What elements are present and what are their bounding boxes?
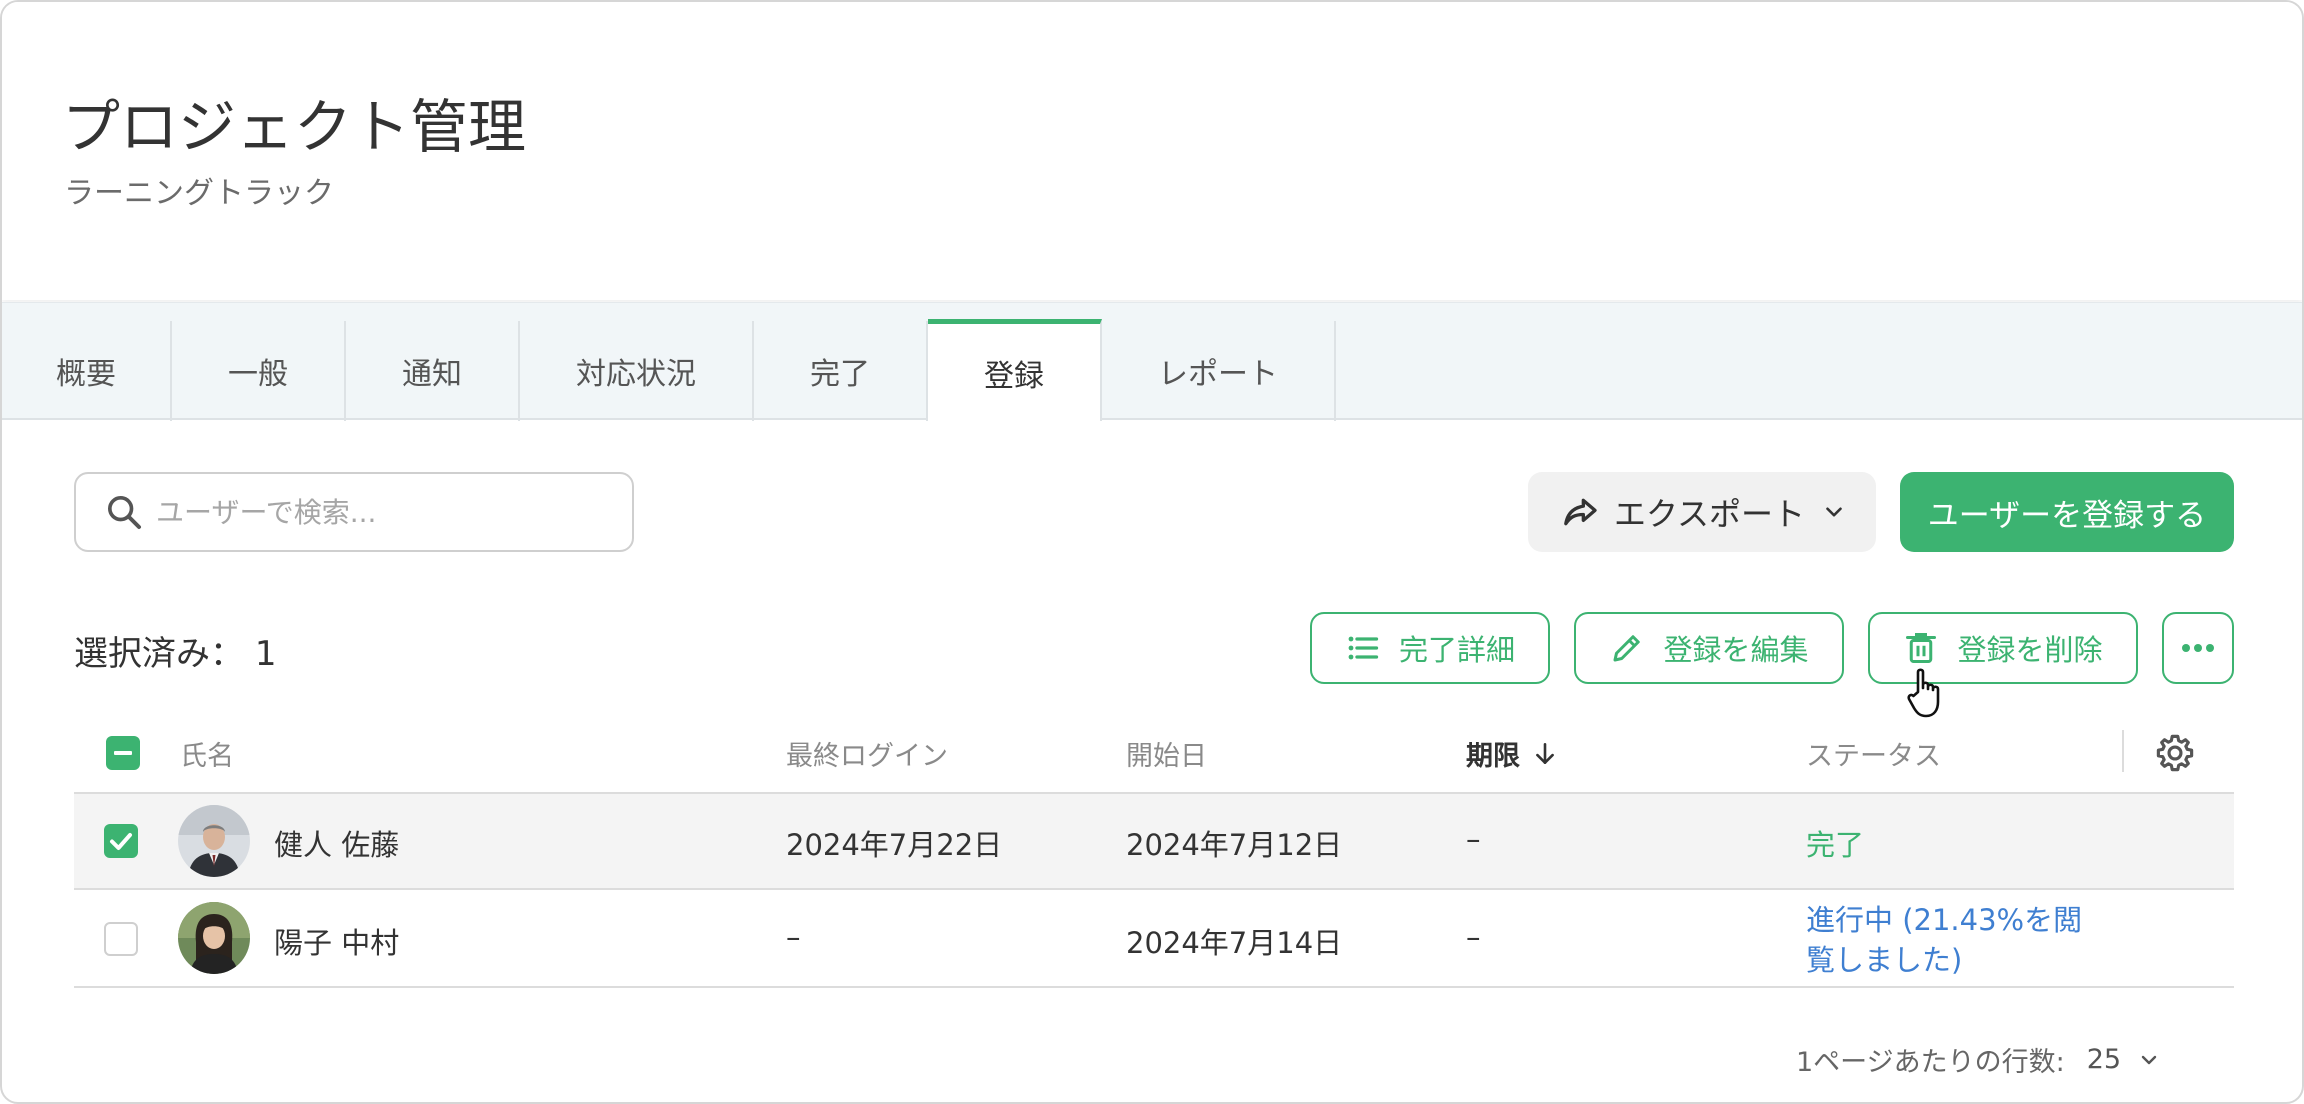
tab-completion[interactable]: 完了 — [754, 321, 928, 421]
table-row[interactable]: 陽子 中村 – 2024年7月14日 – 進行中 (21.43%を閲 覧しました… — [74, 890, 2234, 988]
start-date: 2024年7月12日 — [1126, 828, 1343, 862]
register-user-button[interactable]: ユーザーを登録する — [1900, 472, 2234, 552]
hand-pointer-cursor-icon — [1907, 668, 1940, 718]
search-input[interactable] — [156, 495, 596, 529]
selected-label: 選択済み： — [74, 634, 244, 674]
last-login: – — [786, 920, 801, 954]
export-label: エクスポート — [1614, 495, 1806, 533]
pencil-icon — [1613, 635, 1641, 662]
deadline: – — [1466, 920, 1481, 954]
edit-enrollment-label: 登録を編集 — [1663, 633, 1809, 667]
status-line-2: 覧しました) — [1806, 943, 1963, 977]
avatar-man-image — [178, 805, 250, 877]
export-button[interactable]: エクスポート — [1528, 472, 1876, 552]
status-progress-link[interactable]: 進行中 (21.43%を閲 覧しました) — [1806, 900, 2082, 980]
table-row[interactable]: 健人 佐藤 2024年7月22日 2024年7月12日 – 完了 — [74, 792, 2234, 890]
user-name[interactable]: 陽子 中村 — [274, 920, 399, 962]
column-header-deadline[interactable]: 期限 — [1466, 734, 1558, 773]
tab-enrollment[interactable]: 登録 — [928, 319, 1102, 421]
chevron-down-icon — [1826, 507, 1842, 517]
column-header-last-login[interactable]: 最終ログイン — [786, 734, 948, 773]
start-date: 2024年7月14日 — [1126, 926, 1343, 960]
page-title: プロジェクト管理 — [62, 93, 527, 161]
app-window: プロジェクト管理 ラーニングトラック 概要 一般 通知 対応状況 完了 登録 レ… — [0, 0, 2304, 1104]
avatar-woman-image — [178, 902, 250, 974]
select-all-checkbox[interactable] — [106, 736, 140, 770]
tab-reports[interactable]: レポート — [1102, 321, 1336, 421]
more-actions-button[interactable] — [2162, 612, 2234, 684]
avatar — [178, 805, 250, 877]
completion-details-label: 完了詳細 — [1398, 633, 1515, 667]
more-horizontal-icon — [2182, 644, 2214, 652]
page-header: プロジェクト管理 ラーニングトラック — [2, 2, 2302, 300]
tab-general[interactable]: 一般 — [172, 321, 346, 421]
selected-count: 選択済み： 1 — [74, 626, 276, 675]
rows-per-page[interactable]: 1ページあたりの行数: 25 — [1796, 1040, 2161, 1079]
tab-status[interactable]: 対応状況 — [520, 321, 754, 421]
rows-per-page-label: 1ページあたりの行数: — [1796, 1047, 2065, 1078]
checkmark-icon — [110, 833, 132, 850]
selected-number: 1 — [254, 634, 277, 674]
row-checkbox[interactable] — [104, 824, 138, 858]
avatar — [178, 902, 250, 974]
tab-bar: 概要 一般 通知 対応状況 完了 登録 レポート — [2, 302, 2302, 421]
page-subtitle: ラーニングトラック — [64, 176, 334, 211]
tab-notifications[interactable]: 通知 — [346, 321, 520, 421]
share-icon — [1564, 498, 1597, 526]
rows-per-page-value[interactable]: 25 — [2087, 1044, 2121, 1075]
column-header-name[interactable]: 氏名 — [180, 734, 234, 773]
trash-icon — [1906, 633, 1937, 663]
user-name[interactable]: 健人 佐藤 — [274, 822, 399, 864]
column-divider — [2122, 730, 2124, 772]
delete-enrollment-label: 登録を削除 — [1957, 633, 2103, 667]
chevron-down-icon[interactable] — [2137, 1048, 2161, 1072]
gear-icon[interactable] — [2154, 732, 2196, 774]
tab-overview[interactable]: 概要 — [2, 321, 172, 421]
status-badge: 完了 — [1806, 828, 1865, 862]
status-line-1: 進行中 (21.43%を閲 — [1806, 903, 2083, 937]
deadline: – — [1466, 822, 1481, 856]
search-icon — [108, 496, 141, 529]
arrow-down-icon — [1536, 742, 1554, 764]
last-login: 2024年7月22日 — [786, 828, 1003, 862]
column-header-status[interactable]: ステータス — [1806, 734, 1941, 773]
edit-enrollment-button[interactable]: 登録を編集 — [1574, 612, 1844, 684]
row-checkbox[interactable] — [104, 922, 138, 956]
column-header-deadline-label: 期限 — [1466, 741, 1520, 772]
list-icon — [1348, 636, 1379, 660]
completion-details-button[interactable]: 完了詳細 — [1310, 612, 1550, 684]
search-box[interactable] — [74, 472, 634, 552]
column-header-start-date[interactable]: 開始日 — [1126, 734, 1207, 773]
